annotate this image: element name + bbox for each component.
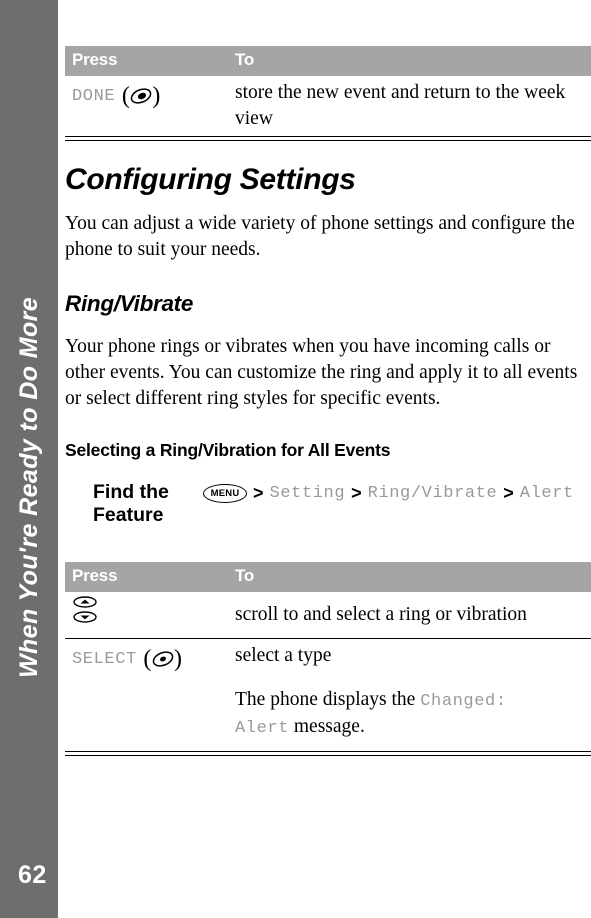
paren-close: ) (174, 646, 183, 673)
menu-path-item-alert: Alert (519, 484, 574, 503)
description-cell: scroll to and select a ring or vibration (235, 604, 527, 625)
column-header-to: To (228, 562, 591, 592)
description-text: select a type (235, 645, 332, 667)
column-header-to: To (228, 46, 591, 76)
table-row: DONE () store the new event and return t… (65, 76, 591, 136)
note-prefix: The phone displays the (235, 689, 421, 711)
table-header-row: Press To (65, 46, 591, 76)
description-cell: store the new event and return to the we… (235, 82, 566, 129)
find-label-line2: Feature (93, 504, 164, 527)
side-tab-label: When You're Ready to Do More (14, 296, 43, 678)
description-note: The phone displays the Changed: Alert me… (235, 687, 551, 740)
find-the-feature-label: Find the Feature (93, 481, 203, 528)
procedure-table-bottom: Press To scroll to and select a ring or … (65, 562, 591, 757)
scroll-updown-key-icon (72, 595, 98, 625)
table-bottom-double-rule (65, 751, 591, 757)
menu-path: MENU > Setting > Ring/Vibrate > Alert (203, 481, 574, 504)
description-cell: select a type The phone displays the Cha… (228, 639, 591, 745)
column-header-press: Press (65, 562, 228, 592)
table-row: scroll to and select a ring or vibration (65, 592, 591, 639)
subsection-paragraph: Your phone rings or vibrates when you ha… (65, 336, 578, 409)
press-cell (65, 592, 228, 639)
path-separator: > (351, 483, 362, 503)
note-suffix: message. (289, 715, 365, 737)
procedure-table-top: Press To DONE () store the new event and… (65, 46, 591, 142)
key-label-done: DONE (72, 87, 116, 106)
table-header-row: Press To (65, 562, 591, 592)
table-bottom-double-rule (65, 136, 591, 142)
find-label-line1: Find the (93, 481, 169, 503)
page-content: Press To DONE () store the new event and… (58, 0, 591, 918)
page-side-tab: When You're Ready to Do More 62 (0, 0, 58, 918)
menu-path-item-ring-vibrate: Ring/Vibrate (367, 484, 498, 503)
column-header-press: Press (65, 46, 228, 76)
section-heading: Configuring Settings (65, 163, 356, 196)
softkey-center-icon (152, 650, 174, 676)
paren-close: ) (152, 83, 162, 109)
menu-key-icon[interactable]: MENU (203, 484, 247, 503)
path-separator: > (503, 483, 514, 503)
find-the-feature-block: Find the Feature MENU > Setting > Ring/V… (65, 481, 591, 528)
table-row: SELECT () select a type The phone displa… (65, 639, 591, 745)
softkey-right-icon (130, 87, 152, 113)
key-label-select: SELECT (72, 650, 137, 670)
press-cell: DONE () (65, 76, 228, 136)
procedure-heading: Selecting a Ring/Vibration for All Event… (65, 440, 391, 460)
subsection-heading: Ring/Vibrate (65, 291, 194, 316)
path-separator: > (253, 483, 264, 503)
section-intro-paragraph: You can adjust a wide variety of phone s… (65, 213, 575, 260)
menu-path-item-setting: Setting (269, 484, 346, 503)
paren-open: ( (115, 83, 131, 109)
paren-open: ( (136, 646, 153, 673)
page-number: 62 (18, 861, 47, 889)
press-cell: SELECT () (65, 639, 228, 745)
